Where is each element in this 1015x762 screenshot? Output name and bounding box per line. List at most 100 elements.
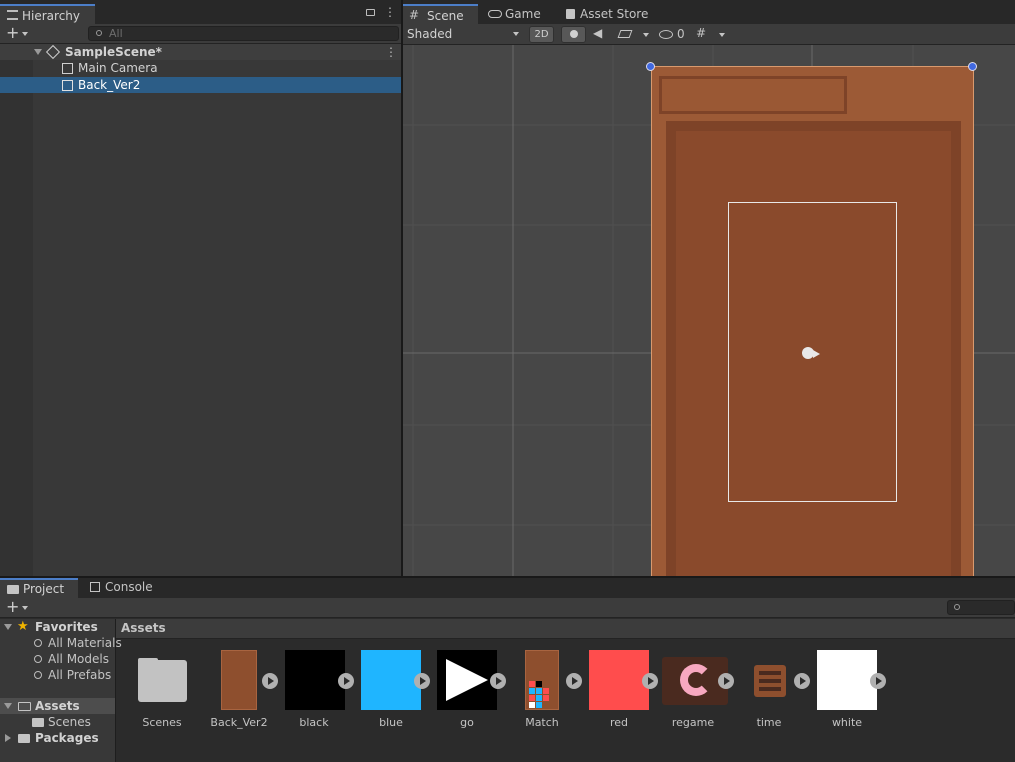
folder-icon — [138, 660, 187, 702]
asset-label: blue — [379, 716, 403, 729]
folder-icon — [7, 585, 19, 594]
asset-label: Match — [525, 716, 559, 729]
foldout-arrow-icon[interactable] — [34, 49, 42, 55]
hidden-objects-toggle[interactable]: 0 — [655, 26, 689, 43]
asset-label: Back_Ver2 — [210, 716, 268, 729]
asset-grid: Scenes Back_Ver2 black blue go Match red… — [116, 578, 1015, 762]
folder-tab — [138, 658, 158, 664]
layers-icon — [617, 30, 633, 38]
expand-sprite-icon[interactable] — [414, 673, 430, 689]
tab-project-label: Project — [23, 582, 65, 596]
asset-label: time — [756, 716, 782, 729]
hierarchy-panel: Hierarchy ⋮ + All SampleScene* ⋮ Main Ca… — [0, 0, 401, 576]
search-placeholder: All — [109, 27, 123, 40]
audio-toggle[interactable]: ◀ — [589, 26, 611, 43]
tab-hierarchy[interactable]: Hierarchy — [0, 4, 95, 24]
tab-project[interactable]: Project — [0, 578, 78, 598]
favorite-label: All Prefabs — [48, 668, 112, 682]
chevron-down-icon[interactable] — [22, 32, 28, 36]
foldout-arrow-icon[interactable] — [4, 703, 12, 709]
asset-label: white — [831, 716, 863, 729]
sprite-thumbnail — [589, 650, 649, 710]
chevron-down-icon[interactable] — [643, 33, 649, 37]
chevron-down-icon[interactable] — [22, 606, 28, 610]
project-panel: Project Console + ★ Favorites All Materi… — [0, 578, 1015, 762]
rect-handle-top-right[interactable] — [968, 62, 977, 71]
scene-row[interactable]: SampleScene* ⋮ — [0, 44, 401, 60]
shopping-bag-icon — [566, 9, 575, 19]
rect-handle-top-left[interactable] — [646, 62, 655, 71]
kebab-menu-icon[interactable]: ⋮ — [384, 5, 396, 19]
favorite-item-all-prefabs[interactable]: All Prefabs — [0, 667, 115, 683]
scene-view-panel: # Scene Game Asset Store Shaded 2D ◀ 0 # — [403, 0, 1015, 576]
sprite-thumbnail — [361, 650, 421, 710]
foldout-arrow-icon[interactable] — [5, 734, 11, 742]
tab-scene-label: Scene — [427, 9, 464, 23]
star-icon: ★ — [17, 619, 29, 634]
sprite-header-panel — [659, 76, 847, 114]
hierarchy-item-back-ver2[interactable]: Back_Ver2 — [0, 77, 401, 93]
sprite-thumbnail — [285, 650, 345, 710]
asset-label: regame — [671, 716, 715, 729]
packages-folder-row[interactable]: Packages — [0, 730, 115, 746]
chevron-down-icon[interactable] — [719, 33, 725, 37]
scene-kebab-icon[interactable]: ⋮ — [385, 44, 397, 60]
draw-mode-dropdown[interactable]: Shaded — [405, 26, 523, 43]
add-icon[interactable]: + — [6, 597, 19, 616]
tab-game[interactable]: Game — [483, 4, 553, 24]
search-icon — [34, 671, 42, 679]
expand-sprite-icon[interactable] — [262, 673, 278, 689]
foldout-arrow-icon[interactable] — [4, 624, 12, 630]
scene-toolbar: Shaded 2D ◀ 0 # — [403, 24, 1015, 45]
expand-sprite-icon[interactable] — [642, 673, 658, 689]
eye-slash-icon — [659, 30, 673, 39]
tab-asset-store[interactable]: Asset Store — [561, 4, 651, 24]
lightbulb-icon — [570, 30, 578, 38]
assets-folder-label: Assets — [35, 699, 80, 713]
camera-gizmo-icon[interactable] — [800, 345, 822, 361]
add-icon[interactable]: + — [6, 23, 19, 42]
asset-label: Scenes — [142, 716, 182, 729]
folder-icon — [18, 734, 30, 743]
play-triangle-icon — [446, 659, 488, 701]
sprite-thumbnail — [437, 650, 497, 710]
expand-sprite-icon[interactable] — [794, 673, 810, 689]
hierarchy-item-label: Main Camera — [78, 61, 158, 75]
sprite-thumbnail — [817, 650, 877, 710]
favorite-item-all-materials[interactable]: All Materials — [0, 635, 122, 651]
asset-label: go — [460, 716, 474, 729]
favorites-label: Favorites — [35, 620, 98, 634]
expand-sprite-icon[interactable] — [566, 673, 582, 689]
grid-toggle[interactable]: # — [693, 26, 713, 43]
open-folder-icon — [18, 702, 31, 711]
toggle-2d-button[interactable]: 2D — [529, 26, 554, 43]
tab-game-label: Game — [505, 7, 541, 21]
speaker-icon: ◀ — [593, 26, 603, 40]
folder-icon — [32, 718, 44, 727]
tab-scene[interactable]: # Scene — [403, 4, 478, 24]
favorite-item-all-models[interactable]: All Models — [0, 651, 115, 667]
gameobject-cube-icon — [62, 63, 73, 74]
vertical-splitter[interactable] — [401, 0, 403, 576]
expand-sprite-icon[interactable] — [870, 673, 886, 689]
expand-sprite-icon[interactable] — [718, 673, 734, 689]
hierarchy-toolbar: + All — [0, 23, 401, 44]
lock-icon[interactable] — [366, 9, 375, 16]
assets-folder-row[interactable]: Assets — [0, 698, 115, 714]
gamepad-icon — [488, 10, 502, 18]
hierarchy-search-input[interactable]: All — [88, 26, 399, 41]
lighting-toggle[interactable] — [561, 26, 586, 43]
search-icon — [34, 655, 42, 663]
folder-item-scenes[interactable]: Scenes — [0, 714, 115, 730]
expand-sprite-icon[interactable] — [490, 673, 506, 689]
effects-toggle[interactable] — [615, 26, 637, 43]
unity-scene-icon — [45, 44, 61, 60]
favorites-row[interactable]: ★ Favorites — [0, 619, 115, 635]
favorite-label: All Materials — [48, 636, 122, 650]
hierarchy-gutter — [0, 44, 33, 576]
expand-sprite-icon[interactable] — [338, 673, 354, 689]
scene-viewport[interactable] — [403, 45, 1015, 576]
hierarchy-item-label: Back_Ver2 — [78, 78, 141, 92]
replay-arrow-icon — [680, 664, 712, 696]
hierarchy-item-main-camera[interactable]: Main Camera — [0, 60, 401, 76]
